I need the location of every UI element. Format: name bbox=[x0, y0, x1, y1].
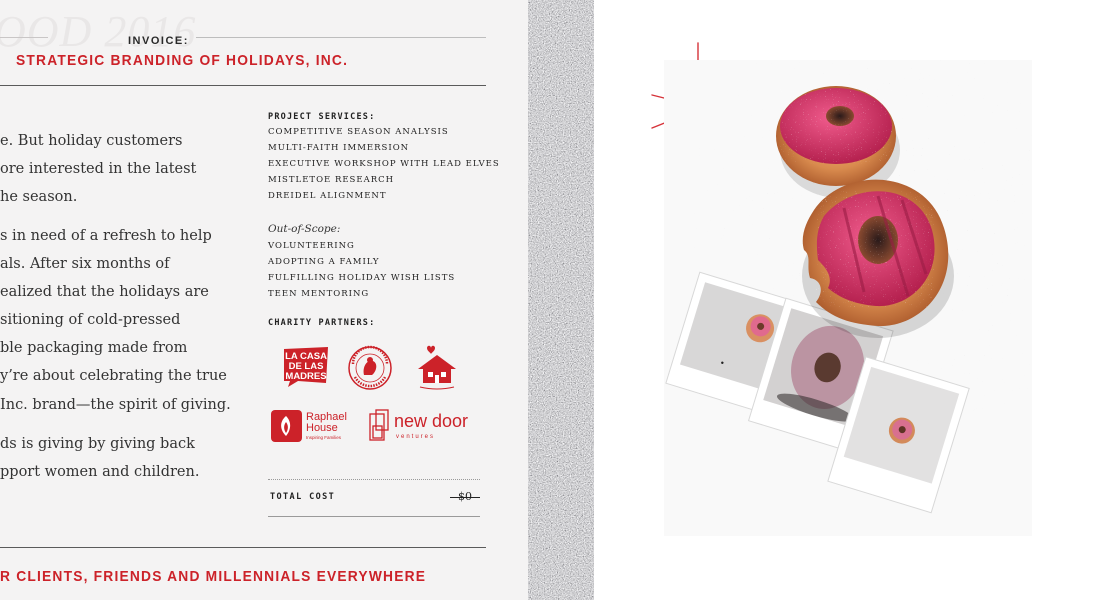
donut-photo bbox=[664, 60, 1032, 536]
la-casa-de-las-madres-logo: LA CASA DE LAS MADRES bbox=[284, 347, 328, 387]
dotted-divider bbox=[268, 479, 480, 480]
body-line: s in need of a refresh to help bbox=[0, 228, 212, 244]
service-item: COMPETITIVE SEASON ANALYSIS bbox=[268, 127, 449, 137]
body-line: ble packaging made from bbox=[0, 340, 188, 356]
top-divider bbox=[0, 85, 486, 86]
body-line: Inc. brand—the spirit of giving. bbox=[0, 397, 231, 413]
invoice-label: INVOICE: bbox=[128, 35, 189, 47]
glitter-texture bbox=[528, 0, 594, 600]
background-watermark: OOD 2016 bbox=[0, 7, 197, 56]
logo-tagline: Inspiring Families bbox=[306, 435, 342, 440]
service-item: EXECUTIVE WORKSHOP WITH LEAD ELVES bbox=[268, 159, 500, 169]
service-item: MISTLETOE RESEARCH bbox=[268, 175, 395, 185]
body-line: ds is giving by giving back bbox=[0, 436, 195, 452]
homeless-prenatal-program-seal bbox=[348, 345, 392, 390]
new-door-ventures-logo: new door ventures bbox=[369, 409, 468, 441]
client-name: STRATEGIC BRANDING OF HOLIDAYS, INC. bbox=[16, 52, 349, 69]
body-line: y’re about celebrating the true bbox=[0, 368, 227, 384]
logo-text: House bbox=[306, 422, 338, 434]
logo-text: new door bbox=[394, 411, 468, 431]
out-of-scope-item: ADOPTING A FAMILY bbox=[268, 257, 380, 267]
project-services-heading: PROJECT SERVICES: bbox=[268, 112, 376, 122]
body-line: ealized that the holidays are bbox=[0, 284, 209, 300]
watermark-rule bbox=[0, 37, 48, 38]
invoice-rule bbox=[196, 37, 486, 38]
bottom-divider bbox=[0, 547, 486, 548]
out-of-scope-item: TEEN MENTORING bbox=[268, 289, 370, 299]
out-of-scope-item: VOLUNTEERING bbox=[268, 241, 355, 251]
out-of-scope-item: FULFILLING HOLIDAY WISH LISTS bbox=[268, 273, 456, 283]
charity-partners-heading: CHARITY PARTNERS: bbox=[268, 318, 376, 328]
body-line: e. But holiday customers bbox=[0, 133, 183, 149]
raphael-house-logo: Raphael House Inspiring Families bbox=[271, 410, 347, 442]
house-heart-logo bbox=[418, 345, 456, 390]
logo-text: MADRES bbox=[285, 371, 326, 382]
total-cost-label: TOTAL COST bbox=[270, 492, 336, 502]
invoice-page: OOD 2016 INVOICE: STRATEGIC BRANDING OF … bbox=[0, 0, 528, 600]
total-rule bbox=[268, 516, 480, 517]
out-of-scope-heading: Out-of-Scope: bbox=[268, 223, 341, 235]
body-line: he season. bbox=[0, 189, 78, 205]
logo-text: ventures bbox=[396, 434, 435, 440]
total-strikethrough bbox=[450, 497, 480, 498]
service-item: DREIDEL ALIGNMENT bbox=[268, 191, 387, 201]
body-line: sitioning of cold-pressed bbox=[0, 312, 181, 328]
body-line: pport women and children. bbox=[0, 464, 200, 480]
body-line: ore interested in the latest bbox=[0, 161, 197, 177]
footer-tagline: R CLIENTS, FRIENDS AND MILLENNIALS EVERY… bbox=[0, 568, 427, 585]
body-line: als. After six months of bbox=[0, 256, 170, 272]
service-item: MULTI-FAITH IMMERSION bbox=[268, 143, 410, 153]
